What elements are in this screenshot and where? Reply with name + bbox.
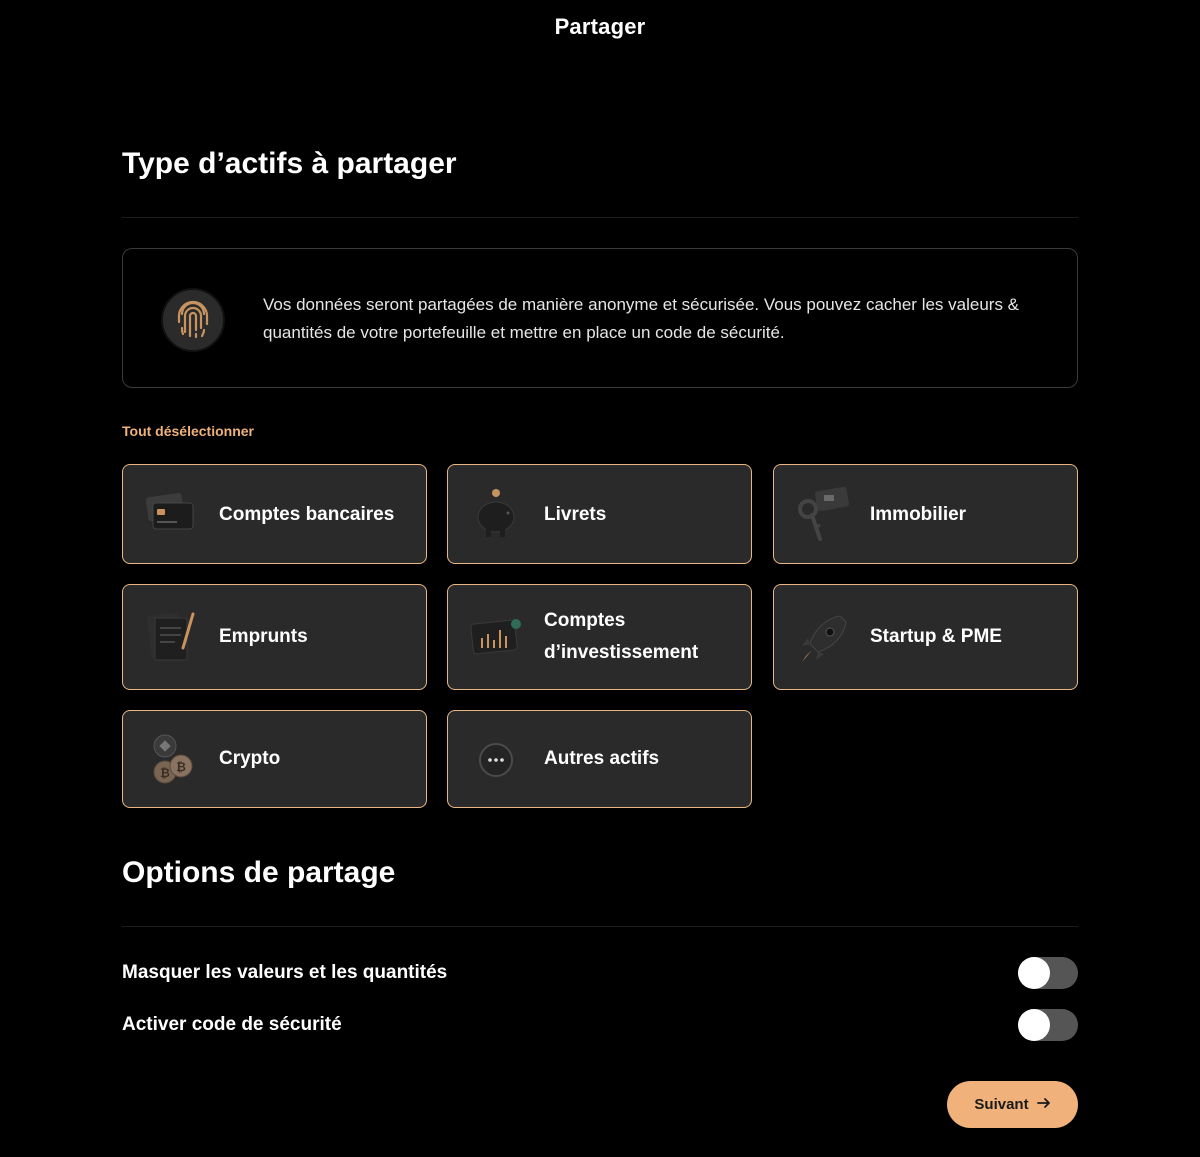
next-button[interactable]: Suivant — [947, 1081, 1078, 1128]
privacy-info-card: Vos données seront partagées de manière … — [122, 248, 1078, 388]
arrow-right-icon — [1036, 1096, 1051, 1113]
svg-text:₿: ₿ — [176, 760, 186, 774]
toggle-knob — [1018, 957, 1050, 989]
asset-label: Emprunts — [219, 626, 308, 647]
deselect-all-link[interactable]: Tout désélectionner — [122, 423, 254, 439]
asset-card-startup-pme[interactable]: Startup & PME — [773, 584, 1078, 690]
sharing-options-title: Options de partage — [122, 856, 396, 889]
fingerprint-icon — [155, 282, 231, 358]
asset-label: Autres actifs — [544, 748, 660, 769]
asset-card-autres-actifs[interactable]: Autres actifs — [447, 710, 752, 808]
asset-label: Comptes d’investissement — [544, 610, 699, 663]
asset-label: Crypto — [219, 748, 281, 769]
hide-values-toggle[interactable] — [1018, 957, 1078, 989]
asset-card-livrets[interactable]: Livrets — [447, 464, 752, 564]
security-code-toggle[interactable] — [1018, 1009, 1078, 1041]
option-label: Activer code de sécurité — [122, 1014, 342, 1035]
asset-label: Comptes bancaires — [219, 504, 395, 525]
asset-label: Livrets — [544, 504, 607, 525]
more-dots-icon — [468, 730, 528, 790]
bank-cards-icon — [143, 485, 203, 545]
option-label: Masquer les valeurs et les quantités — [122, 962, 448, 983]
asset-label: Immobilier — [870, 504, 967, 525]
asset-card-crypto[interactable]: ₿ ₿ Crypto — [122, 710, 427, 808]
asset-label: Startup & PME — [870, 626, 1002, 647]
asset-card-emprunts[interactable]: Emprunts — [122, 584, 427, 690]
asset-card-comptes-bancaires[interactable]: Comptes bancaires — [122, 464, 427, 564]
toggle-knob — [1018, 1009, 1050, 1041]
house-keys-icon — [794, 485, 854, 545]
option-security-code: Activer code de sécurité — [122, 1009, 1078, 1041]
next-button-label: Suivant — [974, 1096, 1029, 1113]
option-hide-values: Masquer les valeurs et les quantités — [122, 957, 1078, 989]
asset-card-immobilier[interactable]: Immobilier — [773, 464, 1078, 564]
svg-text:₿: ₿ — [160, 766, 170, 780]
rocket-icon — [794, 608, 854, 668]
privacy-info-text: Vos données seront partagées de manière … — [263, 295, 1020, 342]
section-divider — [122, 217, 1078, 218]
asset-card-comptes-investissement[interactable]: Comptes d’investissement — [447, 584, 752, 690]
piggy-bank-icon — [468, 485, 528, 545]
asset-type-title: Type d’actifs à partager — [122, 147, 457, 180]
section-divider — [122, 926, 1078, 927]
crypto-coins-icon: ₿ ₿ — [143, 730, 203, 790]
documents-pen-icon — [143, 608, 203, 668]
investment-chart-icon — [468, 608, 528, 668]
page-title: Partager — [554, 14, 646, 39]
